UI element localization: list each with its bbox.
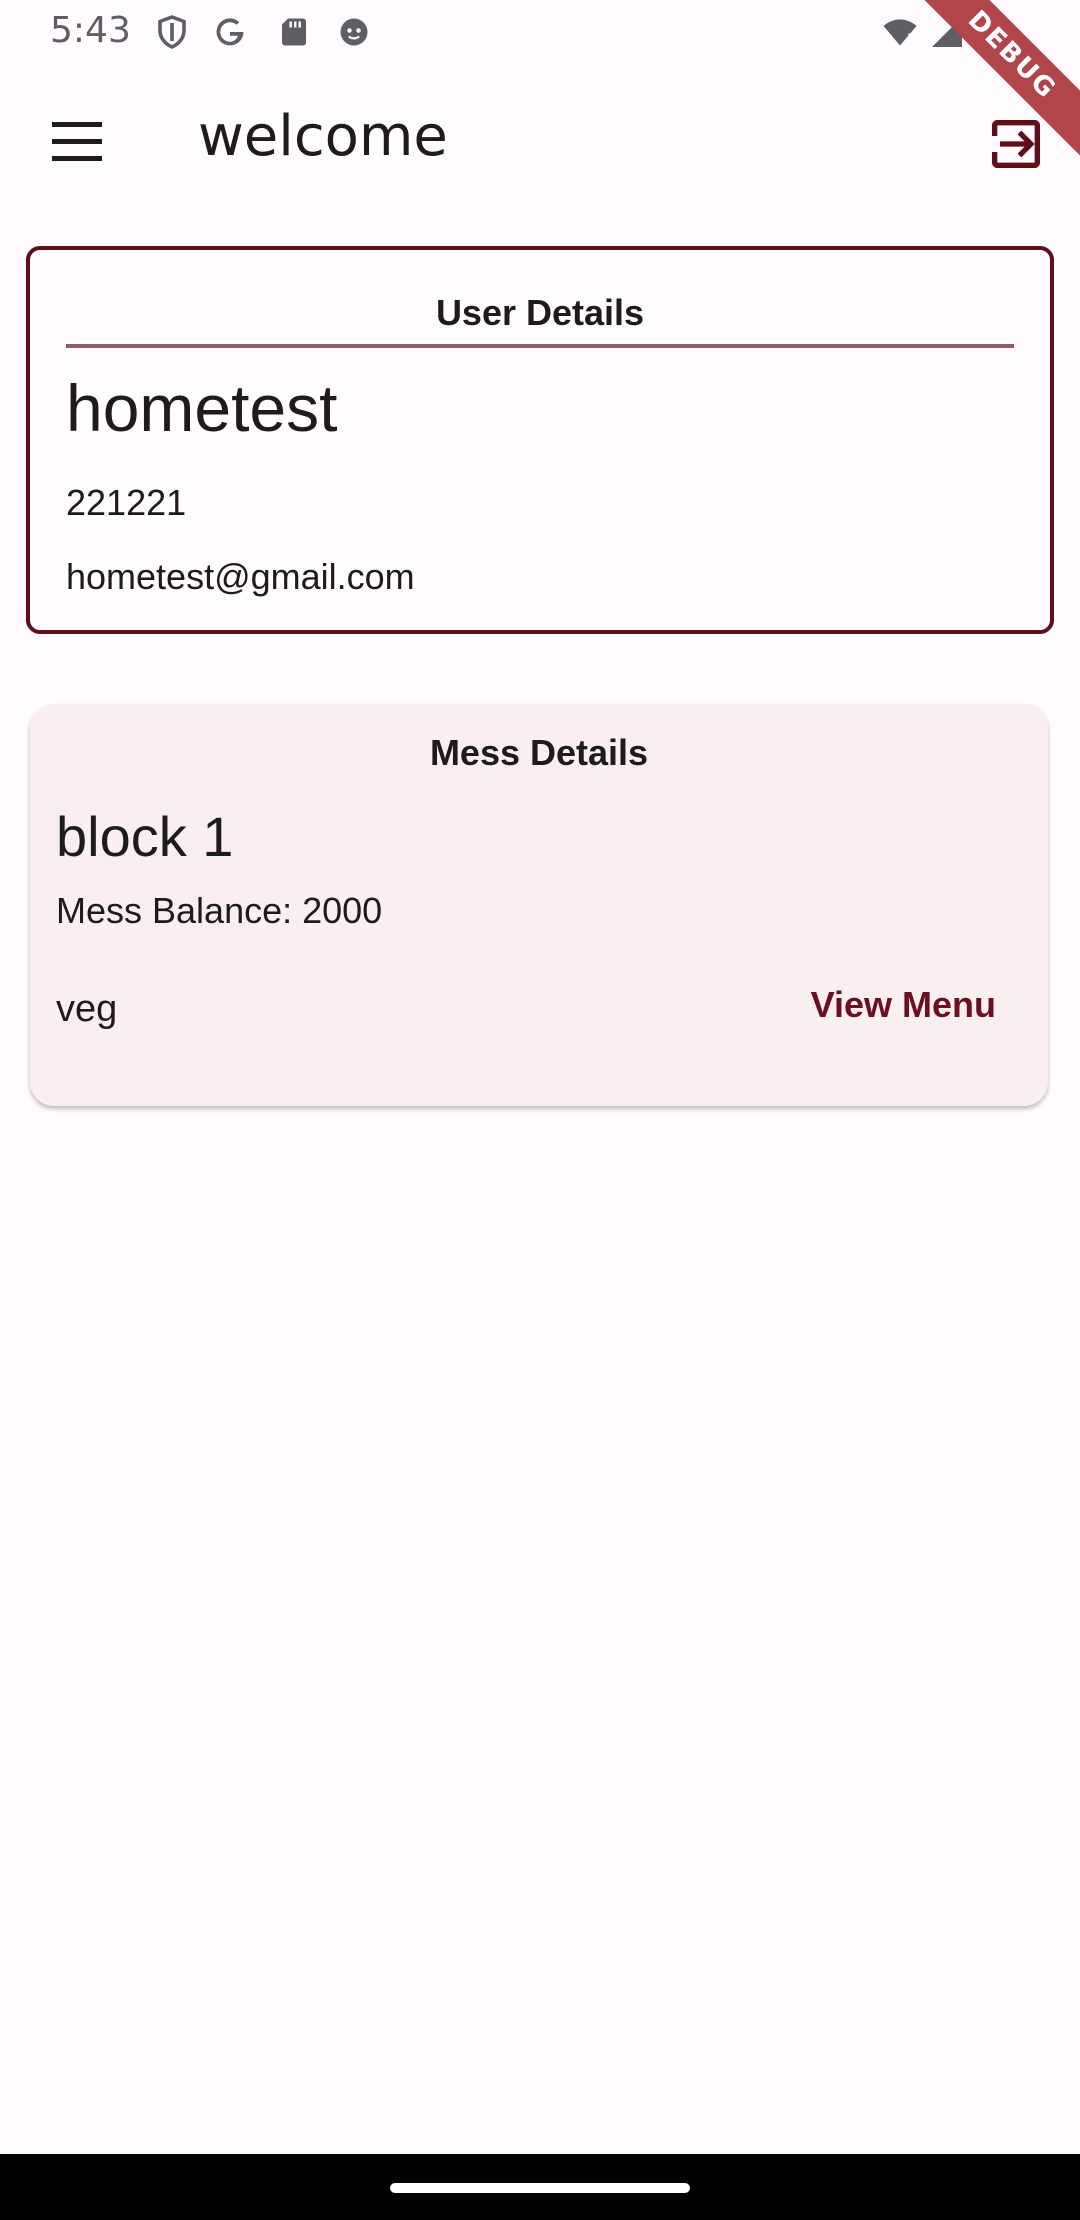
mess-block-name: block 1	[56, 805, 234, 868]
mess-details-card: Mess Details block 1 Mess Balance: 2000 …	[30, 704, 1048, 1106]
status-bar: 5:43	[0, 0, 1080, 66]
home-indicator[interactable]	[390, 2183, 690, 2193]
app-bar: welcome	[0, 66, 1080, 216]
mess-details-title: Mess Details	[429, 732, 649, 773]
divider	[66, 344, 1014, 348]
sd-card-icon	[282, 18, 306, 46]
google-icon	[216, 18, 244, 46]
wifi-icon	[883, 19, 917, 46]
shield-icon	[158, 15, 186, 49]
logout-icon[interactable]	[984, 112, 1048, 176]
page-title: welcome	[198, 104, 448, 169]
user-id: 221221	[66, 482, 187, 523]
mess-balance: Mess Balance: 2000	[56, 890, 383, 931]
view-menu-button[interactable]: View Menu	[803, 976, 1004, 1034]
menu-icon[interactable]	[40, 112, 116, 170]
user-name: hometest	[66, 371, 338, 445]
food-type: veg	[56, 988, 118, 1030]
status-time: 5:43	[50, 10, 131, 51]
user-details-card: User Details hometest 221221 hometest@gm…	[26, 246, 1054, 634]
user-details-title: User Details	[435, 292, 645, 333]
system-nav-bar	[0, 2154, 1080, 2220]
face-icon	[340, 18, 368, 46]
user-email: hometest@gmail.com	[66, 556, 415, 597]
